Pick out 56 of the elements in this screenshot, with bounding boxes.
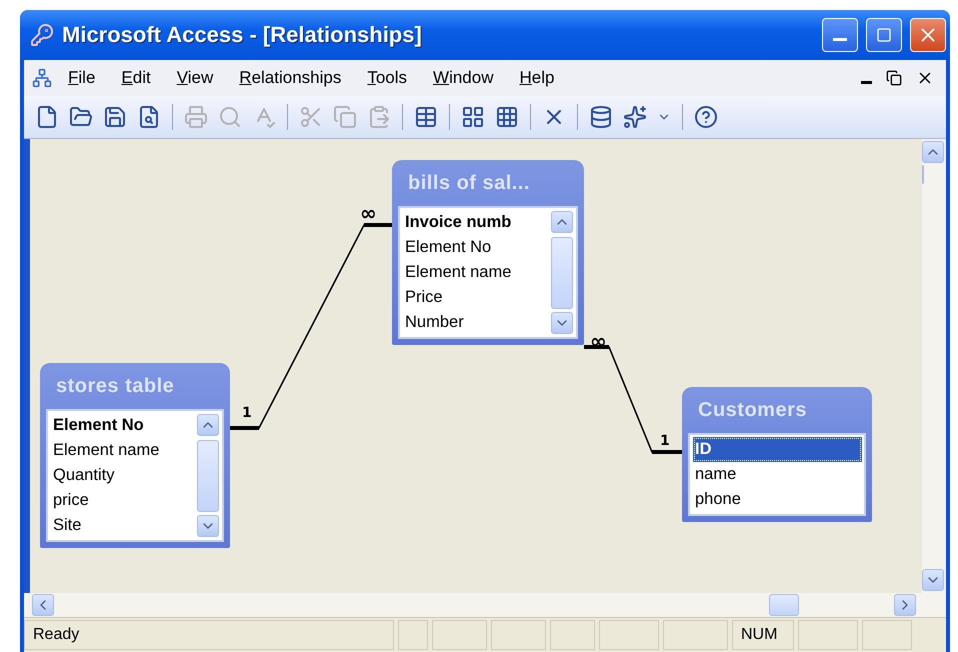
scroll-thumb[interactable] bbox=[551, 236, 573, 308]
scrollbar[interactable] bbox=[922, 139, 946, 593]
scroll-down-button[interactable] bbox=[197, 515, 219, 537]
window-title: Microsoft Access - [Relationships] bbox=[62, 22, 423, 48]
menu-item[interactable]: Relationships bbox=[229, 66, 352, 90]
field-item[interactable]: Number bbox=[403, 310, 546, 335]
scroll-up-button[interactable] bbox=[197, 414, 219, 436]
field-item[interactable]: Quantity bbox=[51, 463, 192, 488]
key-icon bbox=[30, 23, 54, 47]
menu-item[interactable]: Help bbox=[510, 66, 564, 90]
scroll-right-button[interactable] bbox=[894, 594, 916, 616]
scroll-thumb[interactable] bbox=[922, 165, 924, 184]
cardinality-label: ∞ bbox=[360, 201, 377, 225]
field-item[interactable]: Element No bbox=[51, 413, 192, 438]
table-window[interactable]: stores table Element No Element name Quantity price Site bbox=[40, 363, 230, 548]
cardinality-label: 1 bbox=[660, 433, 670, 449]
table-window[interactable]: bills of sal... Invoice numb Element No Element name Price Number bbox=[392, 160, 584, 345]
menu-item[interactable]: Window bbox=[423, 66, 504, 90]
scrollbar[interactable] bbox=[548, 208, 576, 337]
menu-item[interactable]: Edit bbox=[111, 66, 161, 90]
maximize-button[interactable] bbox=[866, 18, 902, 52]
menu-item[interactable]: Tools bbox=[357, 66, 418, 90]
status-message: Ready bbox=[24, 620, 394, 650]
scroll-down-button[interactable] bbox=[551, 312, 573, 334]
menu-grip-icon bbox=[32, 68, 52, 88]
minimize-icon bbox=[861, 80, 872, 84]
menu-item[interactable]: File bbox=[58, 66, 106, 90]
field-item[interactable]: name bbox=[693, 462, 862, 487]
field-item[interactable]: phone bbox=[693, 487, 862, 512]
scroll-up-button[interactable] bbox=[551, 211, 573, 233]
field-item[interactable]: Element name bbox=[51, 438, 192, 463]
scroll-down-button[interactable] bbox=[922, 569, 944, 591]
relationship-line[interactable] bbox=[584, 345, 682, 454]
table-window[interactable]: Customers ID name phone bbox=[682, 387, 872, 522]
table-title: Customers bbox=[698, 398, 807, 422]
cardinality-label: 1 bbox=[242, 405, 252, 421]
scroll-up-button[interactable] bbox=[922, 141, 944, 163]
field-item[interactable]: price bbox=[51, 488, 192, 513]
status-indicator: NUM bbox=[732, 620, 794, 650]
table-title: stores table bbox=[56, 374, 174, 398]
scroll-thumb[interactable] bbox=[769, 594, 799, 616]
scroll-thumb[interactable] bbox=[197, 440, 219, 512]
field-item[interactable]: Price bbox=[403, 285, 546, 310]
menu-item[interactable]: View bbox=[166, 66, 224, 90]
field-item[interactable]: Element No bbox=[403, 235, 546, 260]
scrollbar[interactable] bbox=[194, 411, 222, 540]
field-item[interactable]: ID bbox=[693, 437, 862, 462]
field-item[interactable]: Invoice numb bbox=[403, 210, 546, 235]
restore-icon bbox=[886, 70, 902, 86]
table-title: bills of sal... bbox=[408, 172, 530, 194]
minimize-icon bbox=[833, 38, 847, 40]
field-item[interactable]: Element name bbox=[403, 260, 546, 285]
field-item[interactable]: Site bbox=[51, 513, 192, 538]
scrollbar[interactable] bbox=[24, 593, 946, 617]
maximize-icon bbox=[876, 27, 892, 43]
scroll-left-button[interactable] bbox=[32, 594, 54, 616]
